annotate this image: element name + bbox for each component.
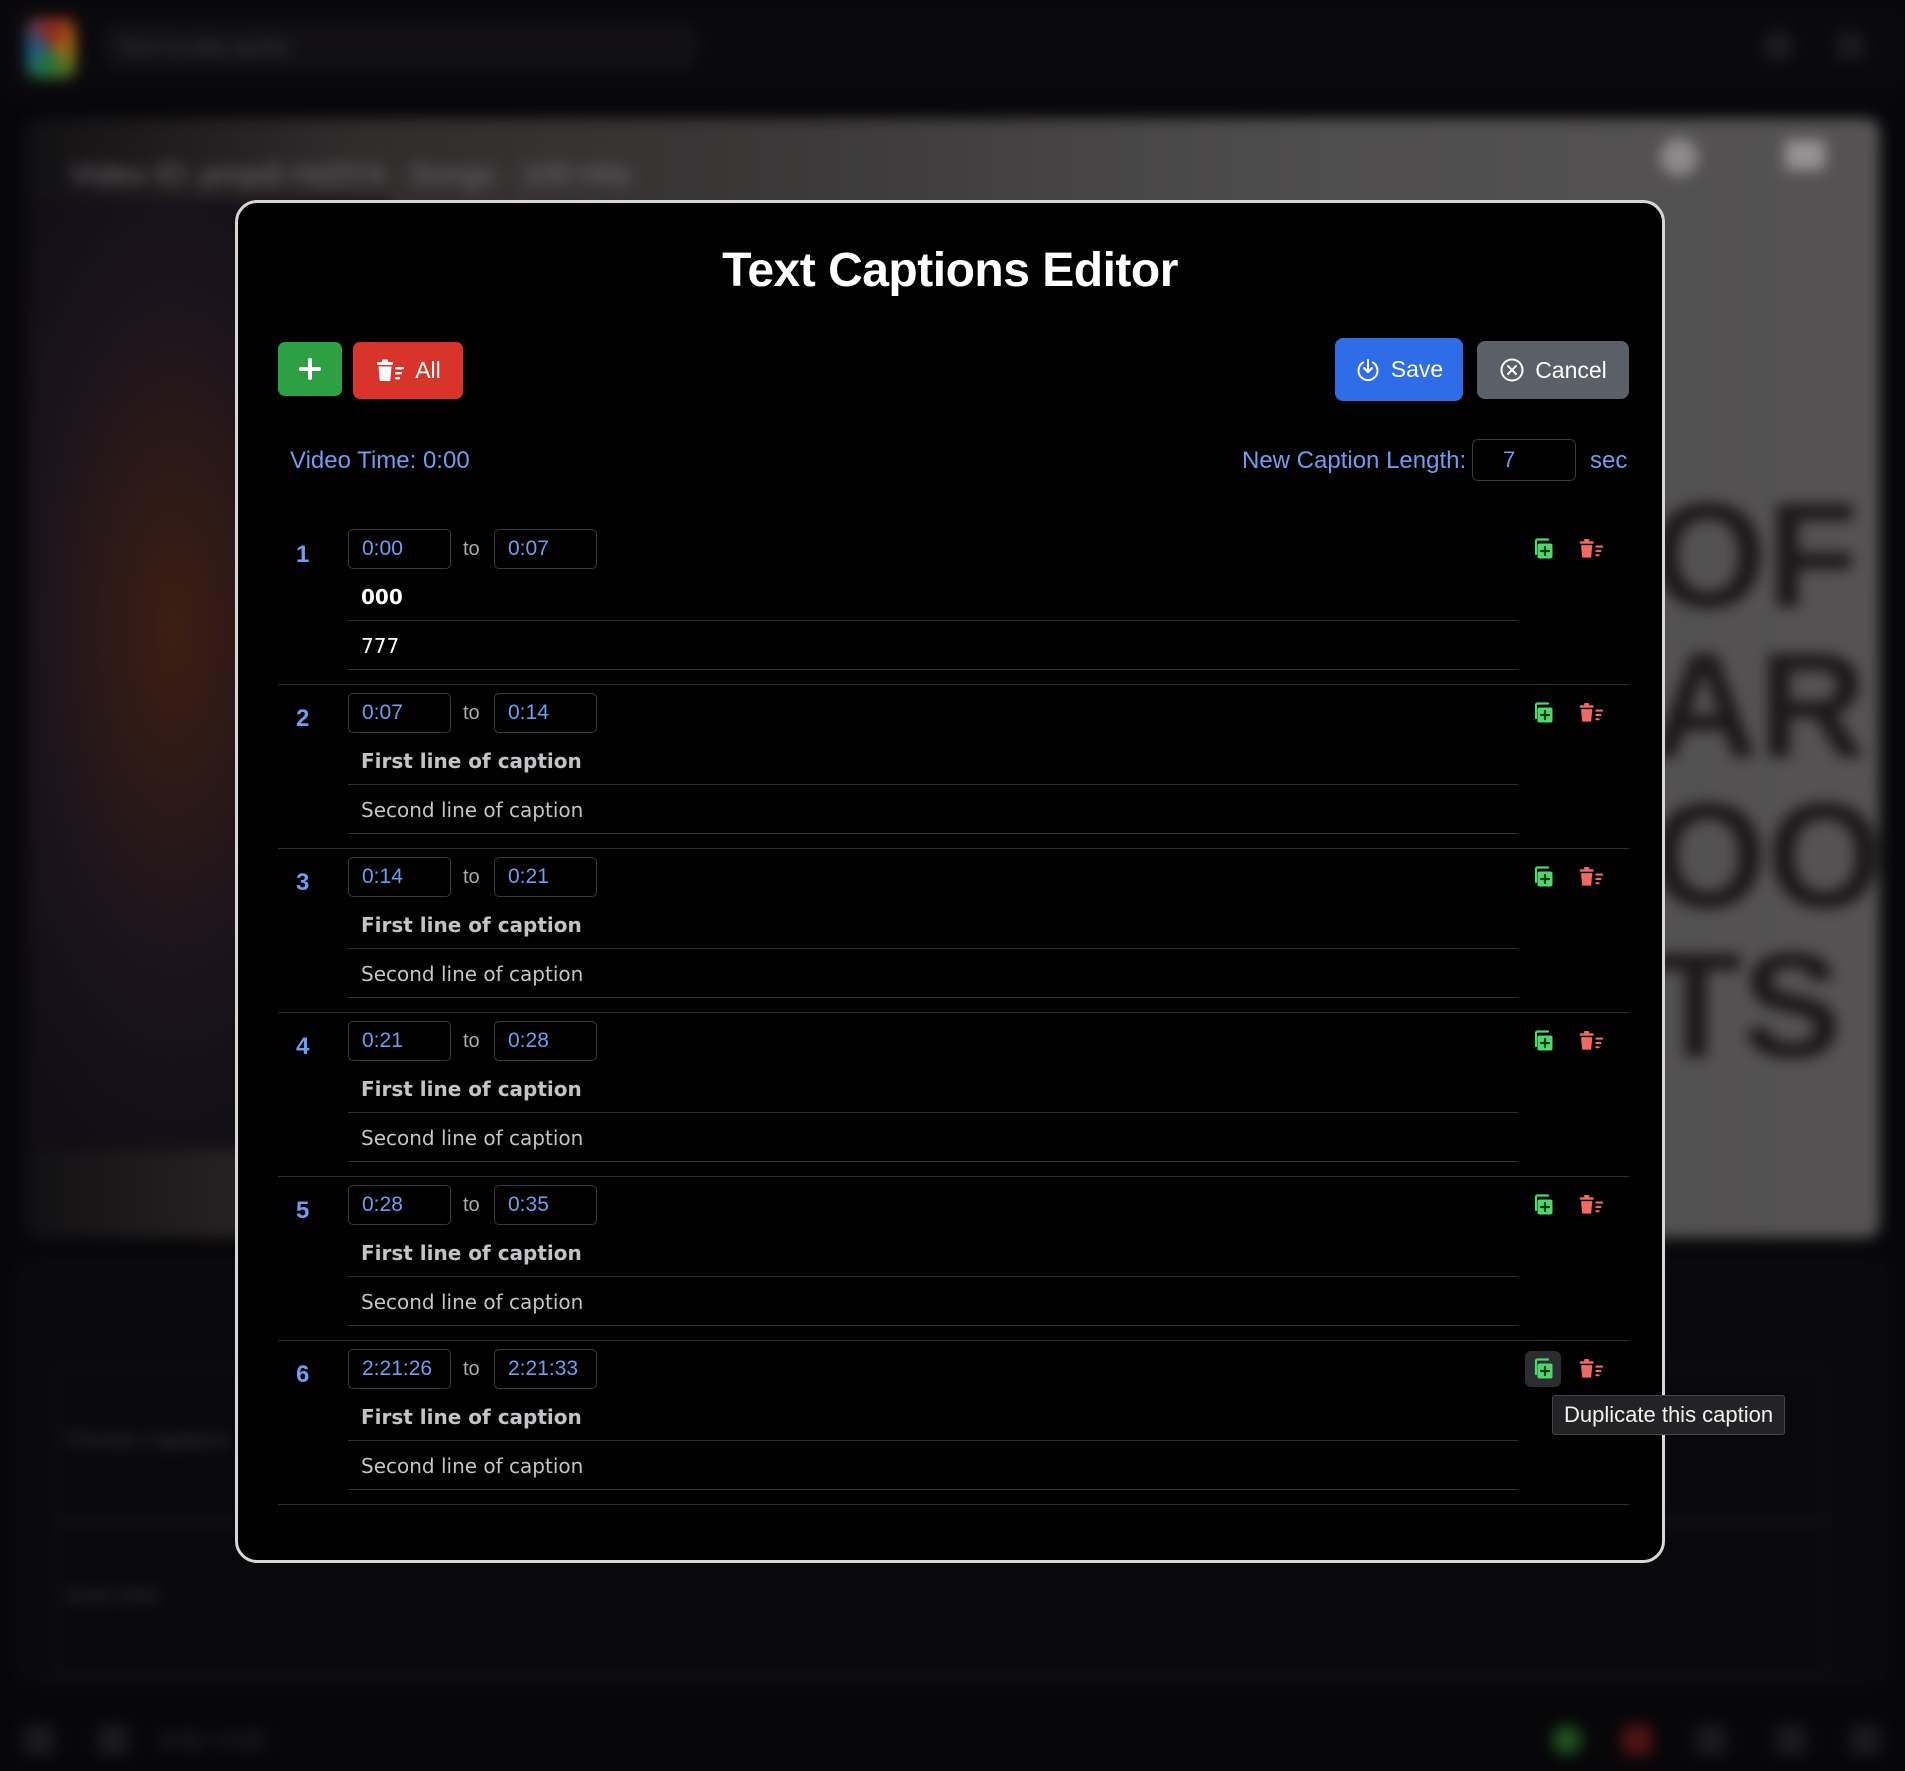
duplicate-caption-button[interactable] xyxy=(1525,859,1561,895)
caption-line1-input[interactable] xyxy=(348,738,1518,785)
caption-row: 4 to xyxy=(278,1013,1629,1177)
delete-all-label: All xyxy=(415,357,441,383)
to-label: to xyxy=(463,1358,480,1380)
caption-number: 1 xyxy=(296,541,310,568)
new-caption-length-unit: sec xyxy=(1590,447,1628,474)
caption-line1-input[interactable] xyxy=(348,902,1518,949)
start-time-input[interactable] xyxy=(348,1021,451,1061)
trash-list-icon xyxy=(1579,1195,1604,1214)
duplicate-caption-button[interactable] xyxy=(1525,695,1561,731)
trash-list-icon xyxy=(1579,539,1604,558)
trash-list-icon xyxy=(1579,1359,1604,1378)
trash-list-icon xyxy=(1579,867,1604,886)
add-caption-button[interactable] xyxy=(278,342,342,396)
x-circle-icon xyxy=(1500,358,1524,382)
start-time-input[interactable] xyxy=(348,857,451,897)
to-label: to xyxy=(463,538,480,560)
duplicate-plus-icon xyxy=(1534,538,1553,559)
download-circle-icon xyxy=(1357,358,1379,381)
to-label: to xyxy=(463,702,480,724)
end-time-input[interactable] xyxy=(494,693,597,733)
duplicate-plus-icon xyxy=(1534,1358,1553,1379)
caption-line2-input[interactable] xyxy=(348,951,1518,998)
caption-number: 6 xyxy=(296,1361,310,1388)
delete-caption-button[interactable] xyxy=(1573,531,1609,567)
new-caption-length-label: New Caption Length: xyxy=(1242,447,1467,474)
start-time-input[interactable] xyxy=(348,693,451,733)
caption-row: 6 to xyxy=(278,1341,1629,1505)
caption-line2-input[interactable] xyxy=(348,1115,1518,1162)
plus-icon xyxy=(299,358,321,380)
caption-line1-input[interactable] xyxy=(348,574,1518,621)
caption-row: 2 to xyxy=(278,685,1629,849)
end-time-input[interactable] xyxy=(494,857,597,897)
caption-line1-input[interactable] xyxy=(348,1066,1518,1113)
start-time-input[interactable] xyxy=(348,1185,451,1225)
modal-title: Text Captions Editor xyxy=(722,244,1178,297)
caption-row: 3 to xyxy=(278,849,1629,1013)
delete-caption-button[interactable] xyxy=(1573,1187,1609,1223)
duplicate-plus-icon xyxy=(1534,1030,1553,1051)
caption-row: 5 to xyxy=(278,1177,1629,1341)
to-label: to xyxy=(463,1194,480,1216)
delete-all-button[interactable]: All xyxy=(353,342,463,399)
delete-caption-button[interactable] xyxy=(1573,859,1609,895)
video-time-label: Video Time: 0:00 xyxy=(290,447,470,474)
caption-number: 3 xyxy=(296,869,310,896)
duplicate-caption-button[interactable] xyxy=(1525,531,1561,567)
end-time-input[interactable] xyxy=(494,1349,597,1389)
caption-line2-input[interactable] xyxy=(348,1443,1518,1490)
end-time-input[interactable] xyxy=(494,1021,597,1061)
trash-list-icon xyxy=(1579,1031,1604,1050)
delete-caption-button[interactable] xyxy=(1573,1351,1609,1387)
start-time-input[interactable] xyxy=(348,529,451,569)
trash-list-icon xyxy=(1579,703,1604,722)
duplicate-tooltip: Duplicate this caption xyxy=(1552,1395,1786,1435)
to-label: to xyxy=(463,1030,480,1052)
delete-caption-button[interactable] xyxy=(1573,695,1609,731)
duplicate-plus-icon xyxy=(1534,866,1553,887)
start-time-input[interactable] xyxy=(348,1349,451,1389)
end-time-input[interactable] xyxy=(494,1185,597,1225)
duplicate-caption-button[interactable] xyxy=(1525,1351,1561,1387)
caption-line2-input[interactable] xyxy=(348,623,1518,670)
captions-editor-modal: Text Captions Editor All Save Cancel Vid xyxy=(235,200,1665,1563)
cancel-button[interactable]: Cancel xyxy=(1477,341,1629,399)
duplicate-caption-button[interactable] xyxy=(1525,1187,1561,1223)
caption-line2-input[interactable] xyxy=(348,1279,1518,1326)
caption-line1-input[interactable] xyxy=(348,1230,1518,1277)
duplicate-caption-button[interactable] xyxy=(1525,1023,1561,1059)
to-label: to xyxy=(463,866,480,888)
row-divider xyxy=(278,1504,1629,1505)
caption-row: 1 to xyxy=(278,521,1629,685)
new-caption-length-input[interactable] xyxy=(1472,439,1576,481)
caption-line1-input[interactable] xyxy=(348,1394,1518,1441)
cancel-label: Cancel xyxy=(1535,356,1607,383)
caption-number: 5 xyxy=(296,1197,310,1224)
trash-list-icon xyxy=(377,359,405,381)
duplicate-plus-icon xyxy=(1534,1194,1553,1215)
caption-number: 2 xyxy=(296,705,310,732)
duplicate-plus-icon xyxy=(1534,702,1553,723)
delete-caption-button[interactable] xyxy=(1573,1023,1609,1059)
save-button[interactable]: Save xyxy=(1335,338,1463,401)
save-label: Save xyxy=(1390,356,1444,382)
end-time-input[interactable] xyxy=(494,529,597,569)
caption-number: 4 xyxy=(296,1033,310,1060)
caption-line2-input[interactable] xyxy=(348,787,1518,834)
